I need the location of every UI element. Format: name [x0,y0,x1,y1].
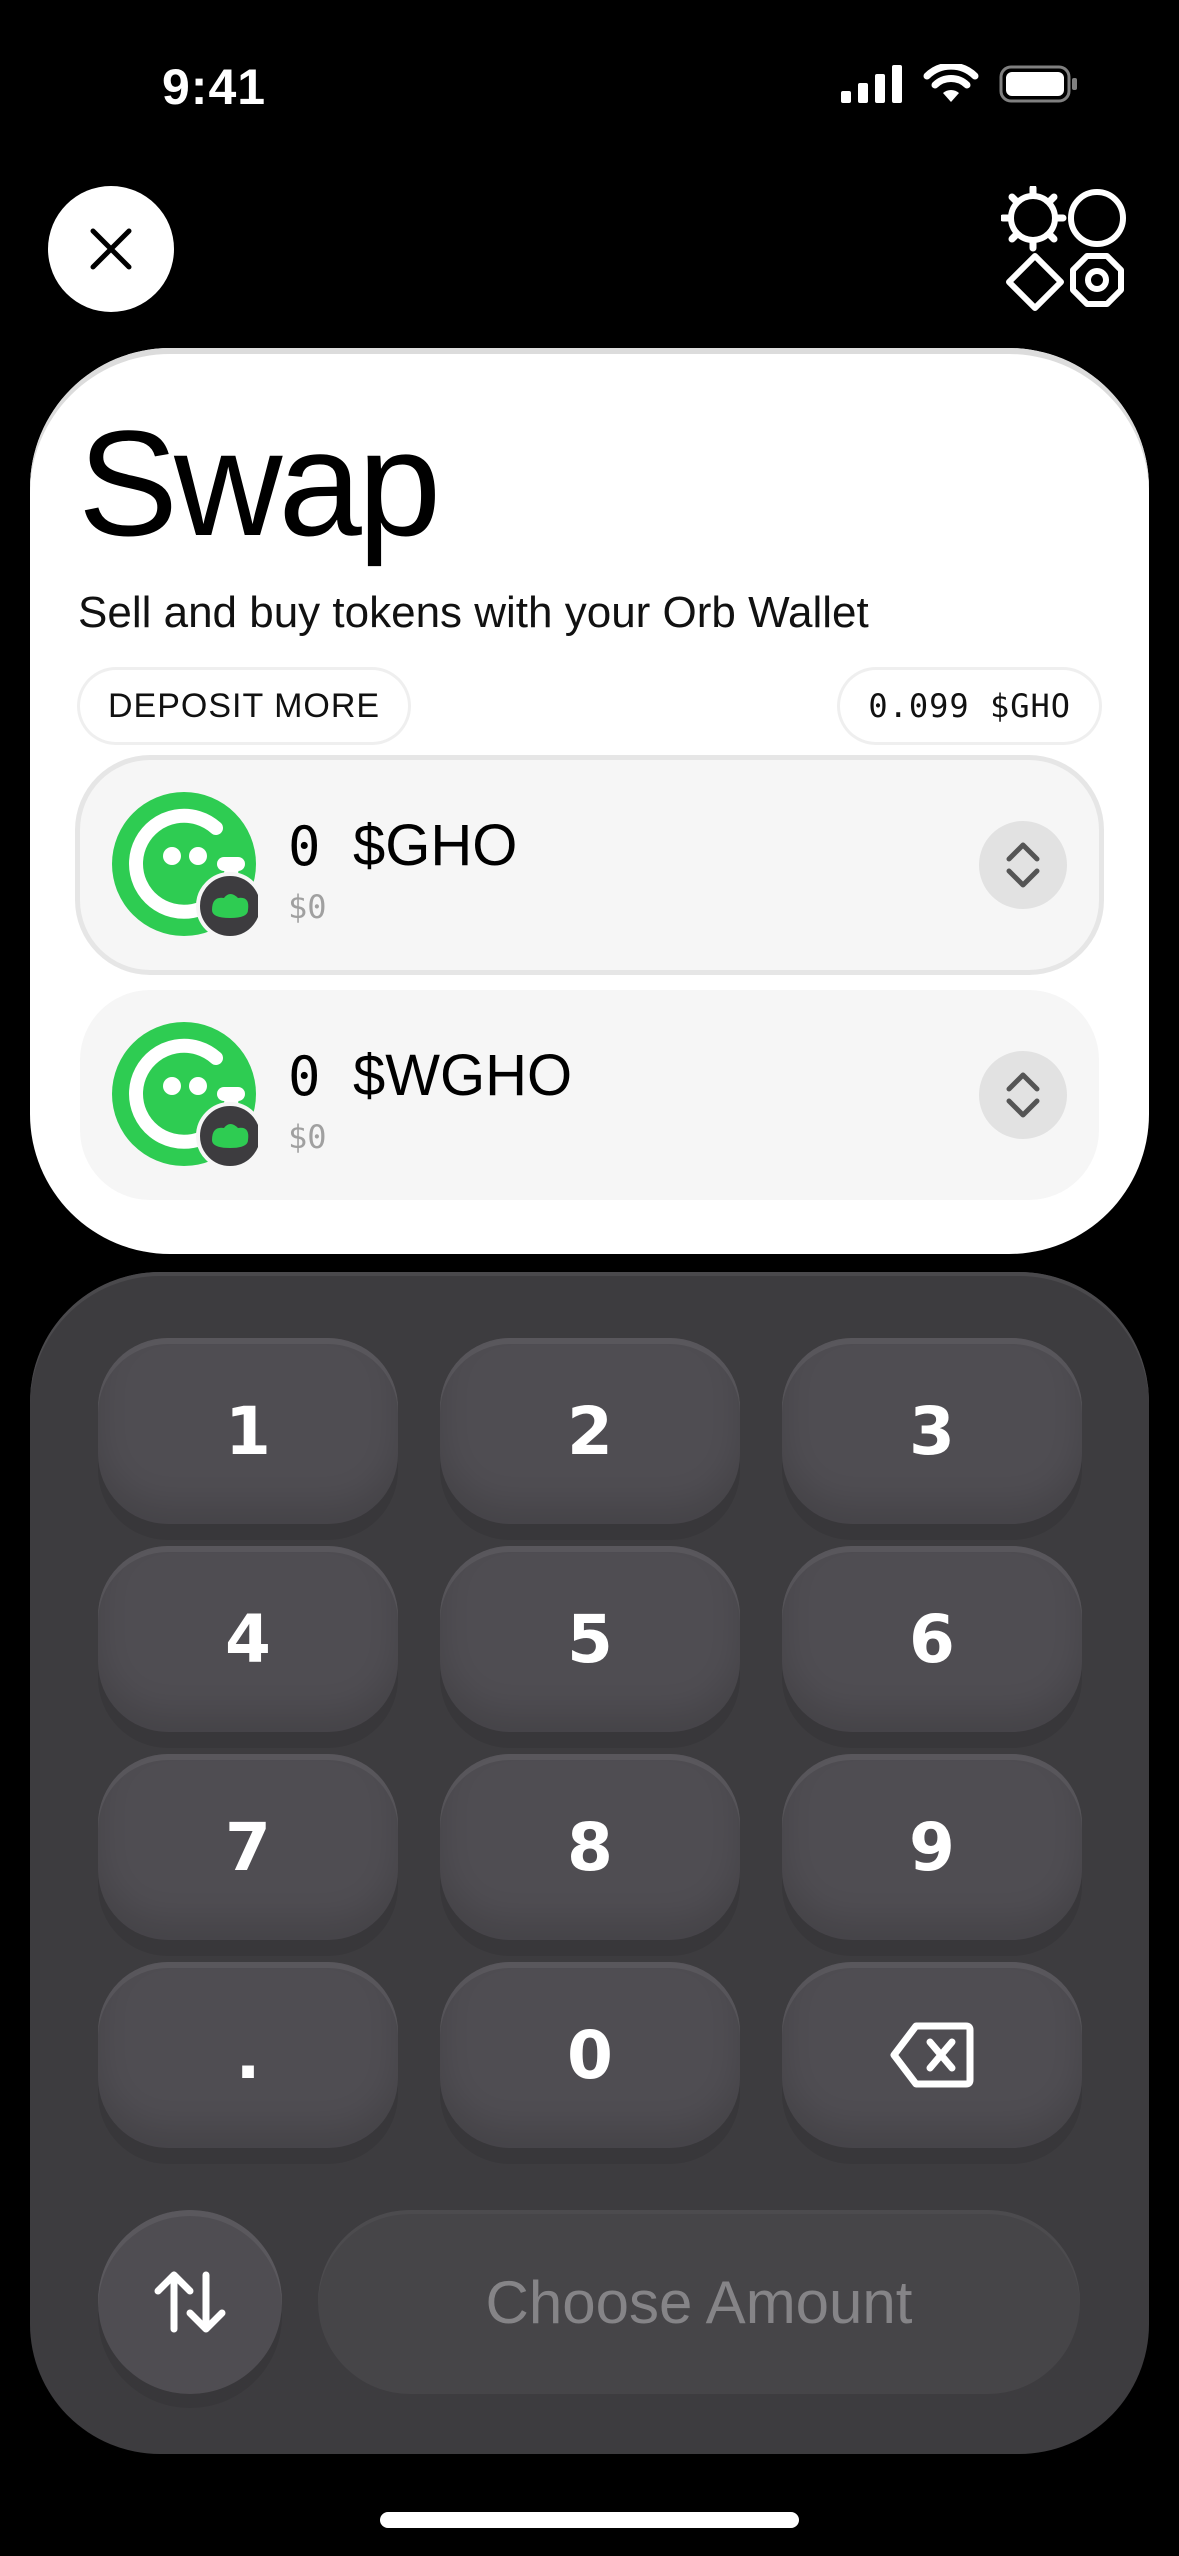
signal-icon [841,65,902,103]
key-decimal[interactable]: . [98,1962,398,2148]
chevron-up-down-icon [1006,1072,1040,1118]
close-icon [90,228,132,270]
key-4[interactable]: 4 [98,1546,398,1732]
swap-direction-button[interactable] [98,2210,282,2394]
chevron-up-down-icon [1006,842,1040,888]
key-6[interactable]: 6 [782,1546,1082,1732]
balance-badge[interactable]: 0.099 $GHO [840,670,1099,742]
token-amount: 0 $GHO [288,813,518,878]
token-row-sell[interactable]: 0 $GHO $0 [80,760,1099,970]
wifi-icon [923,64,979,102]
wgho-token-icon [112,1022,258,1168]
status-icons [841,64,1079,104]
choose-amount-button[interactable]: Choose Amount [318,2210,1080,2394]
key-backspace[interactable] [782,1962,1082,2148]
battery-icon [999,65,1077,103]
deposit-more-button[interactable]: DEPOSIT MORE [80,670,409,742]
key-7[interactable]: 7 [98,1754,398,1940]
swap-card: Swap Sell and buy tokens with your Orb W… [30,348,1149,1254]
token-usd-value: $0 [288,1118,327,1156]
backspace-icon [890,2022,974,2088]
swap-arrows-icon [154,2271,226,2333]
status-time: 9:41 [162,59,267,115]
key-8[interactable]: 8 [440,1754,740,1940]
key-3[interactable]: 3 [782,1338,1082,1524]
gho-token-icon [112,792,258,938]
key-1[interactable]: 1 [98,1338,398,1524]
token-usd-value: $0 [288,888,327,926]
token-row-buy[interactable]: 0 $WGHO $0 [80,990,1099,1200]
swap-screen: 9:41 Swap Sell and buy tokens with your … [0,0,1179,2556]
page-subtitle: Sell and buy tokens with your Orb Wallet [78,588,869,637]
token-amount: 0 $WGHO [288,1043,573,1108]
page-title: Swap [78,399,441,567]
keypad-panel: 1 2 3 4 5 6 7 8 9 . 0 Choose Amount [30,1272,1149,2454]
orb-logo-icon[interactable] [1001,186,1131,316]
token-select-button[interactable] [979,821,1067,909]
close-button[interactable] [48,186,174,312]
key-5[interactable]: 5 [440,1546,740,1732]
key-0[interactable]: 0 [440,1962,740,2148]
home-indicator[interactable] [380,2512,799,2528]
key-2[interactable]: 2 [440,1338,740,1524]
key-9[interactable]: 9 [782,1754,1082,1940]
token-select-button[interactable] [979,1051,1067,1139]
